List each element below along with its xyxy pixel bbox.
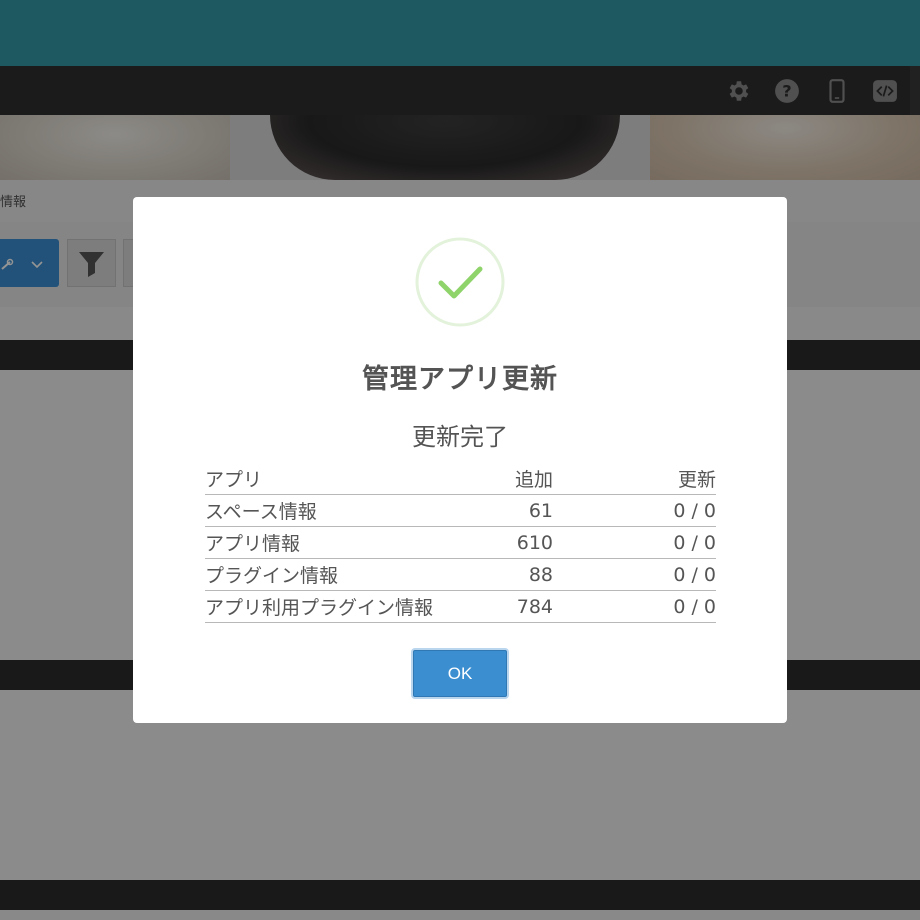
row-added: 88 [475,558,553,591]
row-updated: 0 / 0 [553,558,716,591]
dialog-subtitle: 更新完了 [412,423,508,451]
column-header-app: アプリ [205,463,475,495]
checkmark-icon [415,237,505,327]
row-updated: 0 / 0 [553,590,716,623]
row-app-name: スペース情報 [205,494,475,527]
result-table: アプリ 追加 更新 スペース情報 61 0 / 0 アプリ情報 610 0 / … [205,463,716,623]
ok-button[interactable]: OK [411,648,509,699]
row-app-name: プラグイン情報 [205,558,475,591]
table-row: プラグイン情報 88 0 / 0 [205,558,716,591]
column-header-added: 追加 [475,463,553,495]
row-added: 610 [475,526,553,559]
column-header-updated: 更新 [553,463,716,495]
row-added: 784 [475,590,553,623]
dialog-title: 管理アプリ更新 [362,364,558,395]
table-row: アプリ利用プラグイン情報 784 0 / 0 [205,590,716,623]
table-header-row: アプリ 追加 更新 [205,463,716,495]
row-updated: 0 / 0 [553,526,716,559]
update-complete-dialog: 管理アプリ更新 更新完了 アプリ 追加 更新 スペース情報 61 0 / 0 ア… [133,197,787,723]
table-row: アプリ情報 610 0 / 0 [205,526,716,559]
row-app-name: アプリ利用プラグイン情報 [205,590,475,623]
row-app-name: アプリ情報 [205,526,475,559]
row-added: 61 [475,494,553,527]
row-updated: 0 / 0 [553,494,716,527]
table-row: スペース情報 61 0 / 0 [205,494,716,527]
